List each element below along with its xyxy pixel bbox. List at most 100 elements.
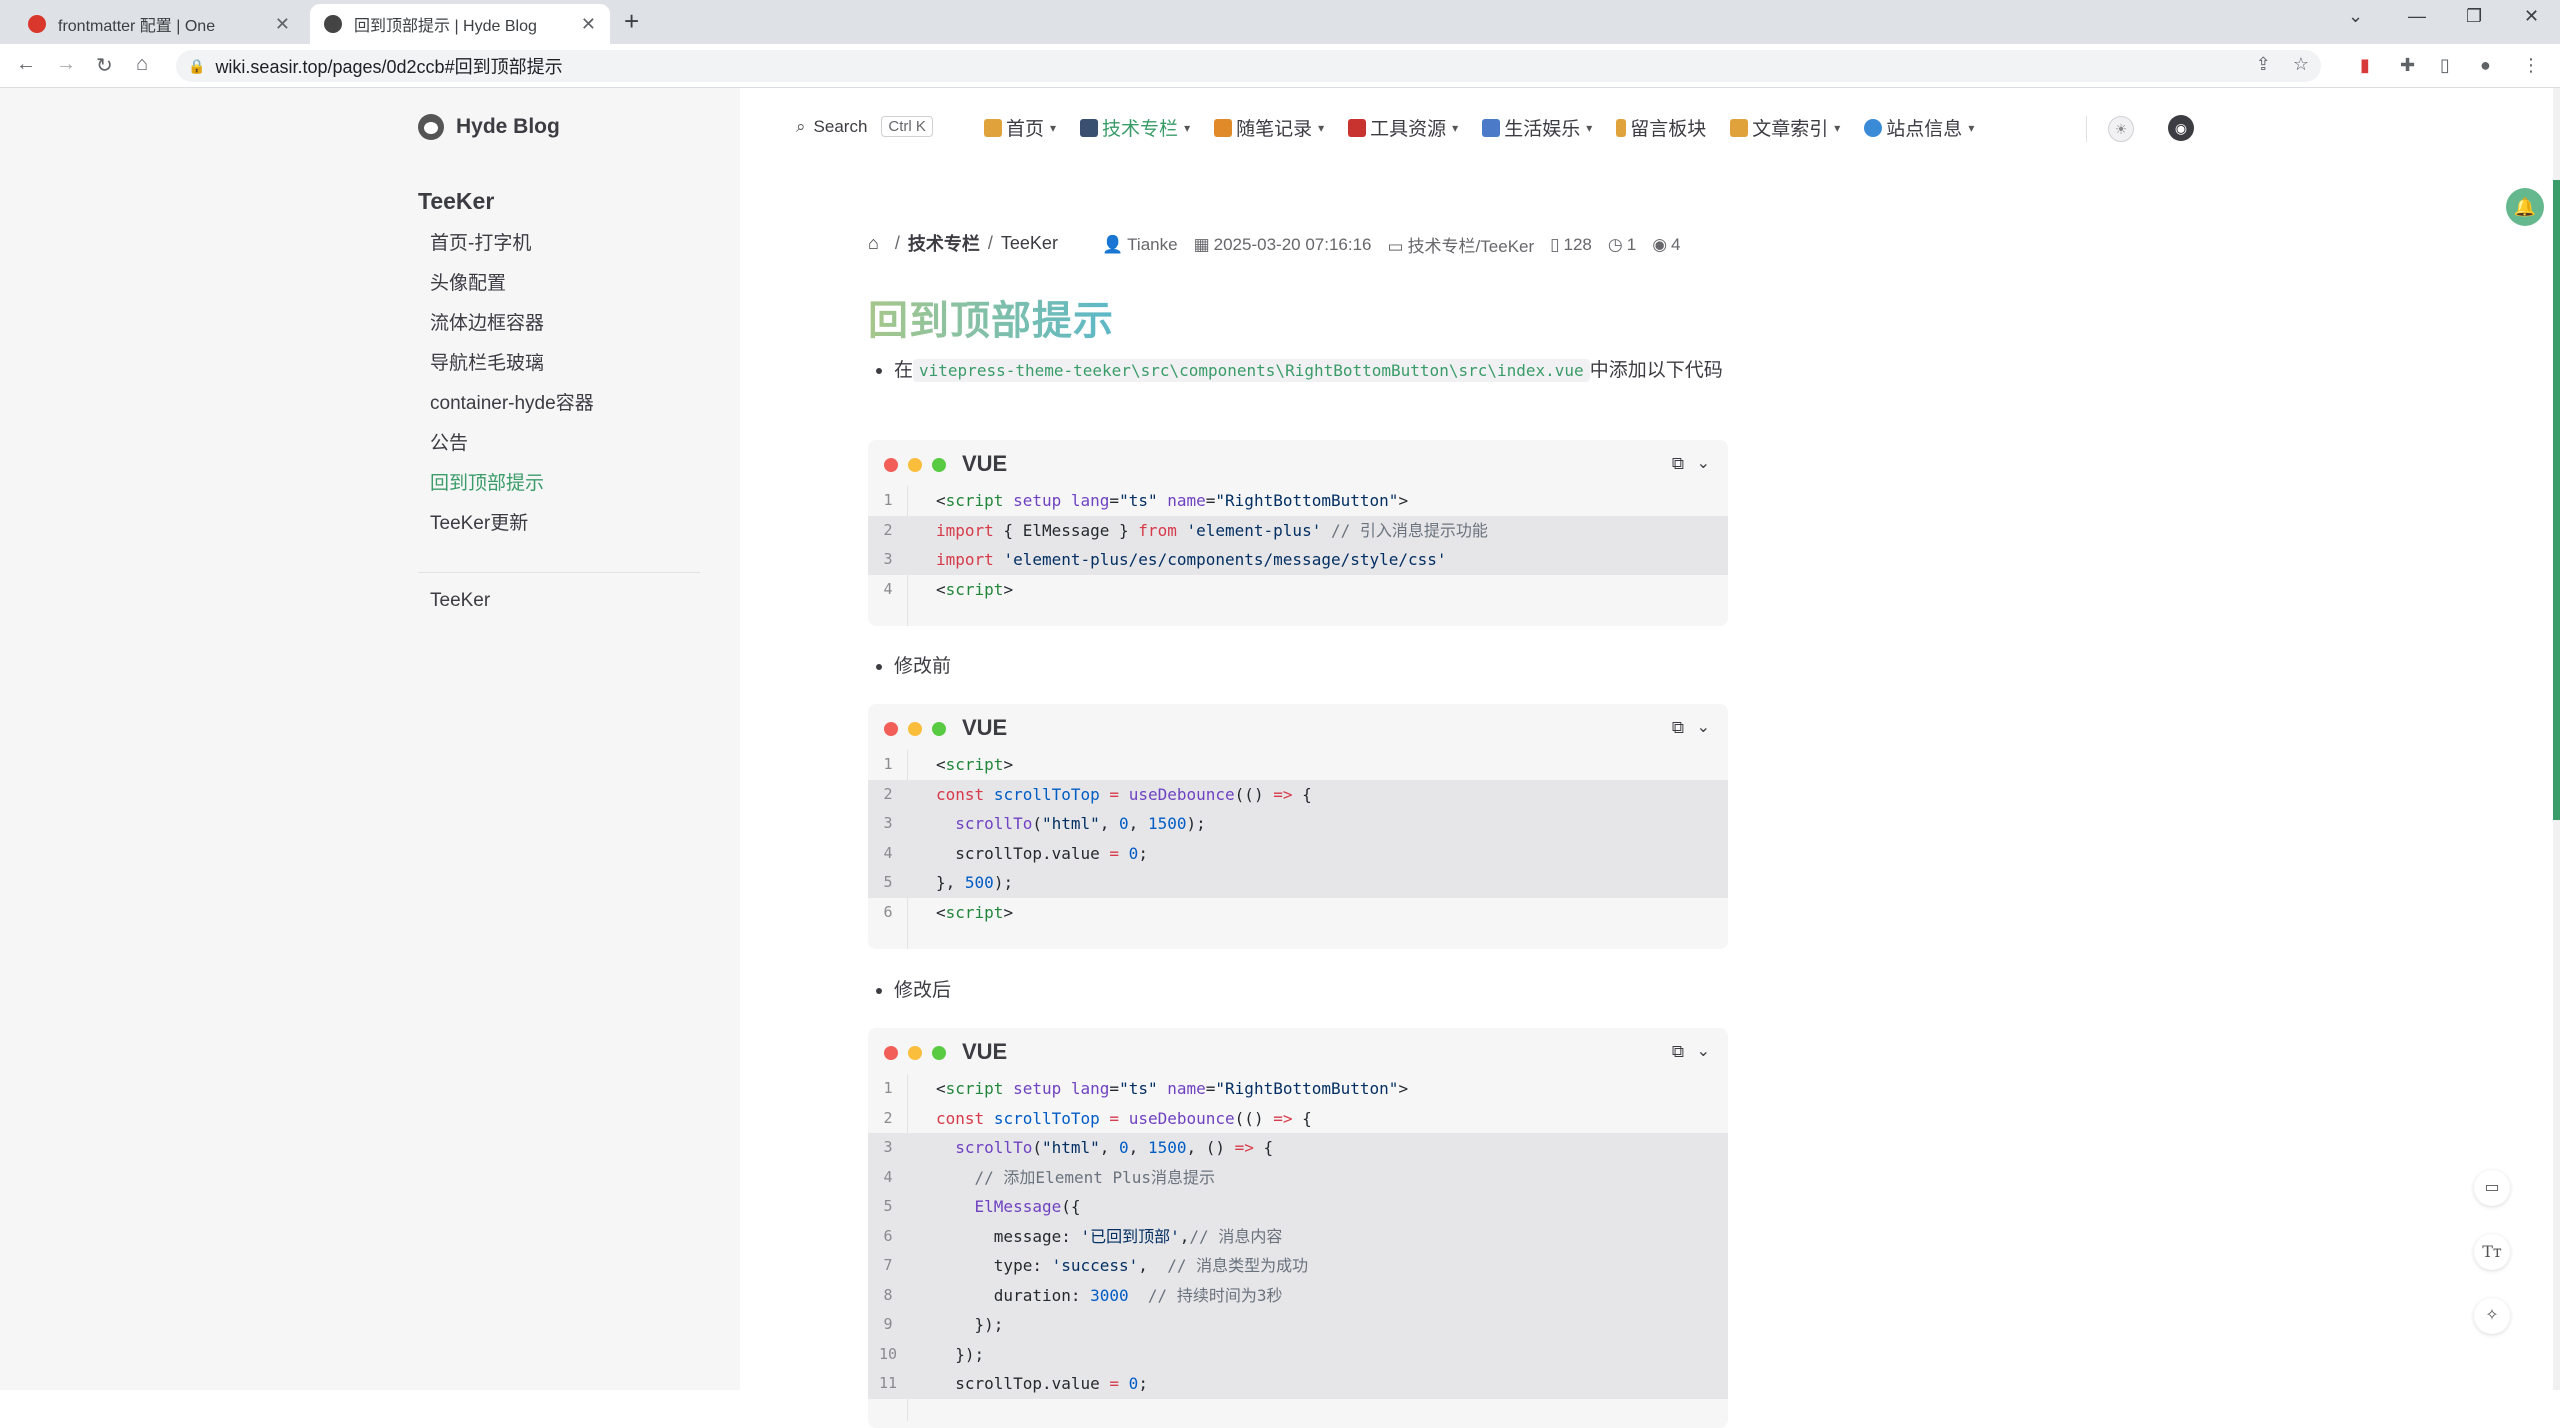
browser-tab[interactable]: frontmatter 配置 | One ✕	[14, 4, 304, 44]
dot-yellow-icon	[908, 1046, 922, 1060]
sidebar-item[interactable]: 头像配置	[430, 264, 594, 304]
share-icon[interactable]: ⇪	[2256, 54, 2271, 75]
home-icon[interactable]: ⌂	[136, 53, 148, 76]
ear-icon	[1616, 118, 1627, 137]
calendar-icon: ▦	[1193, 234, 1210, 254]
meta-category[interactable]: ▭ 技术专栏/TeeKer	[1388, 232, 1535, 257]
breadcrumb-page[interactable]: TeeKer	[1001, 233, 1058, 254]
code-line: 6 <script>	[883, 902, 1014, 922]
address-toolbar: ← → ↻ ⌂ 🔒 wiki.seasir.top/pages/0d2ccb#回…	[0, 44, 2560, 88]
nav-item-index[interactable]: 文章索引 ▾	[1730, 114, 1840, 141]
chevron-down-icon: ▾	[1318, 120, 1325, 135]
url-bar[interactable]: 🔒 wiki.seasir.top/pages/0d2ccb#回到顶部提示 ⇪ …	[176, 50, 2321, 82]
code-line: 1 <script setup lang="ts" name="RightBott…	[883, 1079, 1409, 1098]
favicon-icon	[324, 15, 342, 33]
chevron-down-icon[interactable]: ⌄	[1697, 1041, 1710, 1061]
chevron-down-icon: ▾	[1586, 120, 1593, 135]
chevron-down-icon: ▾	[1834, 120, 1841, 135]
nav-item-tools[interactable]: 工具资源 ▾	[1348, 114, 1458, 141]
code-line: 1 <script>	[883, 755, 1014, 774]
profile-icon[interactable]: ●	[2480, 55, 2491, 76]
sidebar-item[interactable]: TeeKer更新	[430, 504, 594, 544]
puzzle-icon[interactable]: ✚	[2400, 55, 2415, 76]
sidebar-item[interactable]: container-hyde容器	[430, 384, 594, 424]
sidebar-divider	[418, 572, 700, 573]
back-icon[interactable]: ←	[16, 53, 36, 76]
brand-link[interactable]: Hyde Blog	[418, 114, 560, 140]
magic-wand-icon[interactable]: ✧	[2474, 1298, 2510, 1334]
meta-date: ▦ 2025-03-20 07:16:16	[1193, 234, 1372, 254]
inline-code: vitepress-theme-teeker\src\components\Ri…	[913, 359, 1590, 382]
meta-author[interactable]: 👤 Tianke	[1102, 235, 1178, 255]
extension-icon[interactable]: ▮	[2360, 55, 2370, 76]
font-size-icon[interactable]: Tт	[2474, 1234, 2510, 1270]
sidebar: Hyde Blog TeeKer 首页-打字机 头像配置 流体边框容器 导航栏毛…	[0, 88, 740, 1390]
code-line: 2 import { ElMessage } from 'element-plus…	[868, 515, 1728, 545]
theme-toggle-icon[interactable]: ☀	[2108, 116, 2134, 142]
lock-icon: 🔒	[188, 57, 206, 74]
comment-icon[interactable]: ▭	[2474, 1170, 2510, 1206]
notice-bell-icon[interactable]: 🔔	[2506, 188, 2544, 226]
code-line: 11 scrollTop.value = 0;	[868, 1369, 1728, 1399]
nav-item-guestbook[interactable]: 留言板块	[1616, 114, 1706, 141]
chevron-down-icon[interactable]: ⌄	[1697, 717, 1710, 737]
nav-item-home[interactable]: 首页 ▾	[984, 114, 1056, 141]
search-button[interactable]: ⌕ Search Ctrl K	[796, 116, 933, 137]
breadcrumb-section[interactable]: 技术专栏	[908, 230, 980, 256]
new-tab-icon[interactable]: +	[624, 6, 639, 37]
nav-item-tech[interactable]: 技术专栏 ▾	[1080, 114, 1190, 141]
tab-search-icon[interactable]: ⌄	[2348, 6, 2363, 27]
chevron-down-icon: ▾	[1452, 120, 1459, 135]
sidebar-item[interactable]: 首页-打字机	[430, 224, 594, 264]
forward-icon[interactable]: →	[56, 53, 76, 76]
bookmark-star-icon[interactable]: ☆	[2293, 54, 2309, 75]
toolbox-icon	[1348, 118, 1367, 137]
menu-icon[interactable]: ⋮	[2522, 55, 2540, 76]
chart-icon	[1482, 118, 1501, 137]
close-icon[interactable]: ✕	[581, 14, 596, 35]
home-icon[interactable]: ⌂	[868, 233, 879, 254]
house-icon	[984, 118, 1002, 137]
logo-icon	[418, 114, 444, 140]
code-lang: VUE	[962, 715, 1008, 740]
code-line: 1 <script setup lang="ts" name="RightBott…	[883, 491, 1409, 510]
chevron-down-icon[interactable]: ⌄	[1697, 453, 1710, 473]
nav-item-site[interactable]: 站点信息 ▾	[1864, 114, 1974, 141]
close-icon[interactable]: ✕	[275, 14, 290, 35]
scrollbar-thumb[interactable]	[2553, 180, 2560, 820]
sidebar-footer-link[interactable]: TeeKer	[430, 590, 490, 612]
side-panel-icon[interactable]: ▯	[2440, 55, 2450, 76]
code-lang: VUE	[962, 451, 1008, 476]
sidebar-item[interactable]: 公告	[430, 424, 594, 464]
copy-icon[interactable]: ⧉	[1672, 718, 1684, 738]
meta-minutes: ◷ 1	[1607, 234, 1637, 254]
book-icon: ▯	[1550, 234, 1560, 254]
nav-item-notes[interactable]: 随笔记录 ▾	[1214, 114, 1324, 141]
dot-yellow-icon	[908, 458, 922, 472]
browser-tab-active[interactable]: 回到顶部提示 | Hyde Blog ✕	[310, 4, 610, 44]
code-line: 5 ElMessage({	[868, 1192, 1728, 1222]
meta-views: ◉ 4	[1652, 234, 1681, 254]
reload-icon[interactable]: ↻	[96, 53, 113, 78]
sidebar-group-title[interactable]: TeeKer	[418, 188, 494, 215]
nav-item-life[interactable]: 生活娱乐 ▾	[1482, 114, 1592, 141]
sidebar-item-active[interactable]: 回到顶部提示	[430, 464, 594, 504]
sidebar-item[interactable]: 导航栏毛玻璃	[430, 344, 594, 384]
minimize-icon[interactable]: —	[2408, 6, 2426, 27]
copy-icon[interactable]: ⧉	[1672, 454, 1684, 474]
browser-tab-bar: frontmatter 配置 | One ✕ 回到顶部提示 | Hyde Blo…	[0, 0, 2560, 44]
nav-menu: 首页 ▾ 技术专栏 ▾ 随笔记录 ▾ 工具资源 ▾ 生活娱乐 ▾ 留言板块 文章索引 ▾ 站…	[984, 114, 1998, 141]
window-close-icon[interactable]: ✕	[2524, 6, 2539, 27]
copy-icon[interactable]: ⧉	[1672, 1042, 1684, 1062]
list-item: 在 vitepress-theme-teeker\src\components\R…	[868, 356, 1724, 386]
code-lang: VUE	[962, 1039, 1008, 1064]
user-icon: 👤	[1102, 234, 1124, 254]
top-nav: ⌕ Search Ctrl K 首页 ▾ 技术专栏 ▾ 随笔记录 ▾ 工具资源 ▾ 生活…	[740, 88, 2560, 170]
restore-icon[interactable]: ❐	[2466, 6, 2482, 27]
code-line: 9 });	[868, 1310, 1728, 1340]
dot-red-icon	[884, 1046, 898, 1060]
eye-icon: ◉	[1652, 234, 1668, 254]
code-line: 6 message: '已回到顶部',// 消息内容	[868, 1221, 1728, 1251]
github-icon[interactable]: ◉	[2168, 115, 2194, 141]
sidebar-item[interactable]: 流体边框容器	[430, 304, 594, 344]
